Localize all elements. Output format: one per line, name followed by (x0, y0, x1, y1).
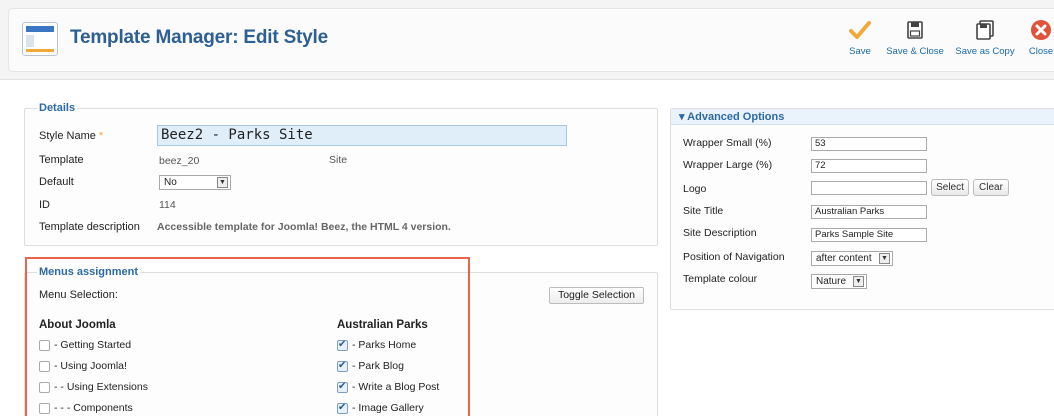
close-button[interactable]: Close (1024, 18, 1054, 57)
menu-item-checkbox[interactable]: - Parks Home (337, 339, 416, 353)
template-description-value: Accessible template for Joomla! Beez, th… (157, 221, 451, 233)
site-description-input[interactable]: Parks Sample Site (811, 228, 927, 242)
default-select-value: No (164, 177, 177, 188)
checkbox-checked (337, 402, 348, 414)
menu-item-checkbox[interactable]: - Image Gallery (337, 402, 424, 416)
close-label: Close (1028, 46, 1054, 57)
navigation-position-select[interactable]: after content ▼ (811, 251, 893, 266)
save-close-icon (907, 21, 923, 39)
template-client: Site (329, 154, 348, 166)
checkbox-checked (337, 360, 348, 372)
advanced-options-header[interactable]: ▾ Advanced Options (671, 109, 1054, 125)
logo-input[interactable] (811, 181, 927, 195)
details-panel: Details Style Name * Beez2 - Parks Site … (24, 102, 658, 246)
menu-item-checkbox[interactable]: - Park Blog (337, 360, 404, 374)
menu-item-checkbox[interactable]: - Write a Blog Post (337, 381, 439, 395)
default-label: Default (39, 176, 74, 188)
chevron-down-icon: ▼ (217, 177, 228, 188)
logo-label: Logo (683, 183, 707, 195)
save-close-label: Save & Close (886, 46, 944, 57)
save-button[interactable]: Save (845, 18, 875, 57)
wrapper-small-label: Wrapper Small (%) (683, 137, 772, 149)
template-colour-label: Template colour (683, 273, 758, 285)
menu-item-checkbox[interactable]: - - - Components (39, 402, 133, 416)
menu-column-heading: About Joomla (39, 319, 116, 331)
site-title-label: Site Title (683, 205, 724, 217)
checkmark-icon (849, 21, 871, 39)
menu-item-checkbox[interactable]: - Using Joomla! (39, 360, 127, 374)
wrapper-large-input[interactable]: 72 (811, 159, 927, 173)
wrapper-large-label: Wrapper Large (%) (683, 159, 773, 171)
save-as-copy-label: Save as Copy (955, 46, 1015, 57)
menus-legend: Menus assignment (37, 266, 141, 278)
close-icon (1031, 20, 1051, 40)
checkbox-unchecked (39, 402, 50, 414)
default-select[interactable]: No ▼ (159, 175, 231, 190)
select-logo-button[interactable]: Select (931, 179, 969, 196)
checkbox-unchecked (39, 360, 50, 372)
menus-assignment-panel: Menus assignment Menu Selection: Toggle … (24, 266, 658, 416)
toggle-selection-button[interactable]: Toggle Selection (549, 287, 644, 304)
checkbox-checked (337, 339, 348, 351)
chevron-down-icon: ▼ (853, 276, 864, 287)
required-mark: * (98, 130, 104, 142)
navigation-position-value: after content (816, 253, 872, 264)
id-label: ID (39, 199, 50, 211)
template-value: beez_20 (159, 155, 200, 167)
details-legend: Details (37, 102, 78, 114)
site-description-label: Site Description (683, 227, 757, 239)
save-label: Save (849, 46, 871, 57)
menu-item-checkbox[interactable]: - Getting Started (39, 339, 131, 353)
checkbox-unchecked (39, 381, 50, 393)
site-title-input[interactable]: Australian Parks (811, 205, 927, 219)
advanced-options-panel: ▾ Advanced Options Wrapper Small (%) 53 … (670, 108, 1054, 310)
menu-selection-label: Menu Selection: (39, 289, 118, 301)
checkbox-unchecked (39, 339, 50, 351)
style-name-label: Style Name * (39, 130, 104, 142)
save-copy-icon (976, 20, 994, 40)
template-description-label: Template description (39, 221, 140, 233)
navigation-position-label: Position of Navigation (683, 251, 785, 263)
page-title: Template Manager: Edit Style (70, 27, 328, 48)
toolbar: Template Manager: Edit Style Save Save &… (0, 0, 1054, 80)
id-value: 114 (159, 199, 176, 211)
checkbox-checked (337, 381, 348, 393)
style-name-input[interactable]: Beez2 - Parks Site (157, 125, 567, 146)
menu-column-heading: Australian Parks (337, 319, 428, 331)
template-manager-icon (22, 22, 58, 56)
clear-logo-button[interactable]: Clear (973, 179, 1009, 196)
chevron-down-icon: ▼ (879, 253, 890, 264)
template-colour-select[interactable]: Nature ▼ (811, 274, 867, 289)
menu-item-checkbox[interactable]: - - Using Extensions (39, 381, 148, 395)
template-colour-value: Nature (816, 276, 847, 287)
wrapper-small-input[interactable]: 53 (811, 137, 927, 151)
template-label: Template (39, 154, 84, 166)
save-as-copy-button[interactable]: Save as Copy (953, 18, 1017, 57)
save-close-button[interactable]: Save & Close (883, 18, 947, 57)
